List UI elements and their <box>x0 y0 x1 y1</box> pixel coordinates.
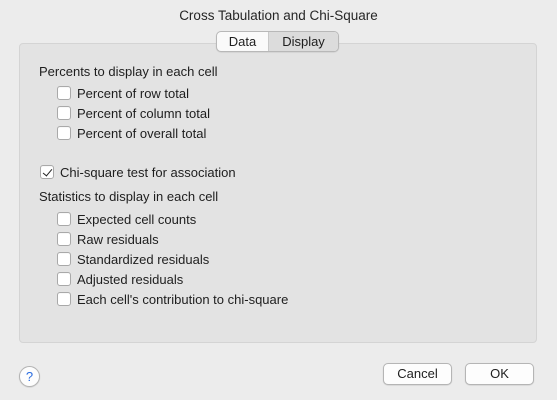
checkbox-icon[interactable] <box>57 86 71 100</box>
option-adjusted-residuals[interactable]: Adjusted residuals <box>57 270 183 288</box>
percents-heading: Percents to display in each cell <box>39 64 218 79</box>
tab-display[interactable]: Display <box>269 32 338 51</box>
checkbox-icon[interactable] <box>57 252 71 266</box>
option-label: Percent of row total <box>77 85 189 101</box>
option-standardized-residuals[interactable]: Standardized residuals <box>57 250 209 268</box>
option-expected-cell-counts[interactable]: Expected cell counts <box>57 210 196 228</box>
tab-bar: Data Display <box>216 31 339 52</box>
checkmark-icon[interactable] <box>40 165 54 179</box>
option-percent-row-total[interactable]: Percent of row total <box>57 84 189 102</box>
option-label: Standardized residuals <box>77 251 210 267</box>
option-label: Chi-square test for association <box>60 164 236 180</box>
ok-button[interactable]: OK <box>465 363 534 385</box>
option-raw-residuals[interactable]: Raw residuals <box>57 230 159 248</box>
display-panel: Percents to display in each cell Percent… <box>19 43 537 343</box>
option-cell-contribution[interactable]: Each cell's contribution to chi-square <box>57 290 288 308</box>
option-percent-overall-total[interactable]: Percent of overall total <box>57 124 206 142</box>
cancel-button[interactable]: Cancel <box>383 363 452 385</box>
window-title: Cross Tabulation and Chi-Square <box>179 8 378 23</box>
option-label: Percent of column total <box>77 105 210 121</box>
option-label: Raw residuals <box>77 231 159 247</box>
option-percent-column-total[interactable]: Percent of column total <box>57 104 210 122</box>
option-chi-square-test[interactable]: Chi-square test for association <box>40 163 236 181</box>
checkbox-icon[interactable] <box>57 106 71 120</box>
checkbox-icon[interactable] <box>57 126 71 140</box>
option-label: Adjusted residuals <box>77 271 184 287</box>
checkbox-icon[interactable] <box>57 232 71 246</box>
option-label: Each cell's contribution to chi-square <box>77 291 289 307</box>
option-label: Expected cell counts <box>77 211 197 227</box>
checkbox-icon[interactable] <box>57 292 71 306</box>
tab-data[interactable]: Data <box>217 32 269 51</box>
checkbox-icon[interactable] <box>57 212 71 226</box>
statistics-heading: Statistics to display in each cell <box>39 189 219 204</box>
option-label: Percent of overall total <box>77 125 207 141</box>
checkbox-icon[interactable] <box>57 272 71 286</box>
help-icon[interactable]: ? <box>19 366 40 387</box>
